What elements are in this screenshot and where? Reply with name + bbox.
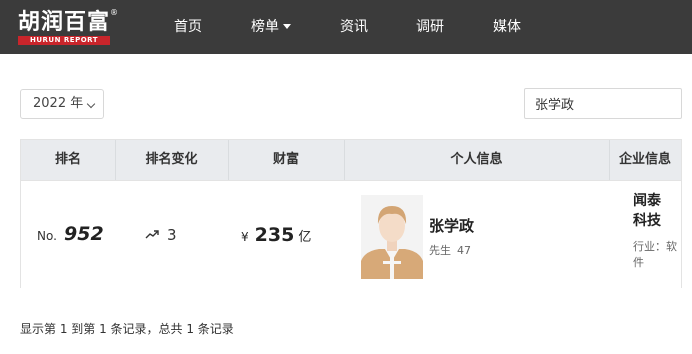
rank-number: 952: [64, 223, 104, 245]
company-name[interactable]: 闻泰科技: [633, 191, 673, 231]
person-age: 47: [457, 244, 471, 257]
logo-english-text: HURUN REPORT: [18, 36, 110, 45]
currency-symbol: ¥: [241, 230, 249, 244]
search-input[interactable]: [524, 88, 682, 119]
table-header: 排名 排名变化 财富 个人信息 企业信息: [21, 140, 681, 180]
table-row[interactable]: No. 952 3 ¥235 亿 张学政 先生 47 闻泰科技 行业：软件: [21, 180, 681, 288]
column-header-rank-change[interactable]: 排名变化: [115, 140, 228, 180]
nav-item-label: 首页: [174, 19, 202, 35]
industry-info: 行业：软件: [633, 239, 677, 271]
column-header-wealth[interactable]: 财富: [228, 140, 344, 180]
nav-item-news[interactable]: 资讯: [340, 0, 368, 54]
wealth-value: 235: [254, 224, 295, 246]
column-header-personal-info: 个人信息: [450, 152, 503, 167]
column-header-rank[interactable]: 排名: [21, 140, 115, 180]
column-header-company-info: 企业信息: [618, 152, 671, 167]
avatar[interactable]: [361, 195, 423, 279]
wealth-unit: 亿: [298, 230, 312, 245]
wealth-cell: ¥235 亿: [241, 224, 311, 246]
logo-registered-mark: ®: [110, 8, 118, 17]
nav-item-label: 资讯: [340, 19, 368, 35]
hurun-logo[interactable]: 胡润百富 ® HURUN REPORT: [18, 8, 118, 45]
nav-item-home[interactable]: 首页: [174, 0, 202, 54]
person-name[interactable]: 张学政: [429, 215, 474, 236]
nav-item-label: 调研: [416, 19, 444, 35]
person-title: 先生: [429, 244, 451, 257]
nav-item-rankings[interactable]: 榜单: [251, 0, 291, 54]
rank-cell: No. 952: [37, 223, 104, 245]
caret-down-icon: [283, 23, 291, 29]
year-select-value: 2022 年: [33, 96, 84, 111]
rank-change-cell: 3: [145, 226, 177, 244]
logo-chinese-text: 胡润百富: [18, 10, 111, 35]
nav-item-label: 媒体: [493, 19, 521, 35]
chevron-down-icon: [86, 99, 96, 109]
nav-item-media[interactable]: 媒体: [493, 0, 521, 54]
rank-change-value: 3: [167, 226, 177, 244]
industry-label: 行业：: [633, 240, 666, 253]
year-select[interactable]: 2022 年: [20, 89, 104, 119]
ranking-table: 排名 排名变化 财富 个人信息 企业信息 No. 952 3 ¥235 亿 张学…: [20, 139, 682, 288]
nav-item-label: 榜单: [251, 19, 279, 35]
rank-prefix: No.: [37, 229, 57, 243]
person-placeholder-icon: [361, 195, 423, 279]
trending-up-icon: [145, 230, 159, 239]
nav-item-research[interactable]: 调研: [416, 0, 444, 54]
person-meta: 先生 47: [429, 242, 471, 258]
top-navbar: 胡润百富 ® HURUN REPORT 首页 榜单 资讯 调研 媒体: [0, 0, 692, 54]
pagination-summary: 显示第 1 到第 1 条记录，总共 1 条记录: [20, 322, 234, 336]
